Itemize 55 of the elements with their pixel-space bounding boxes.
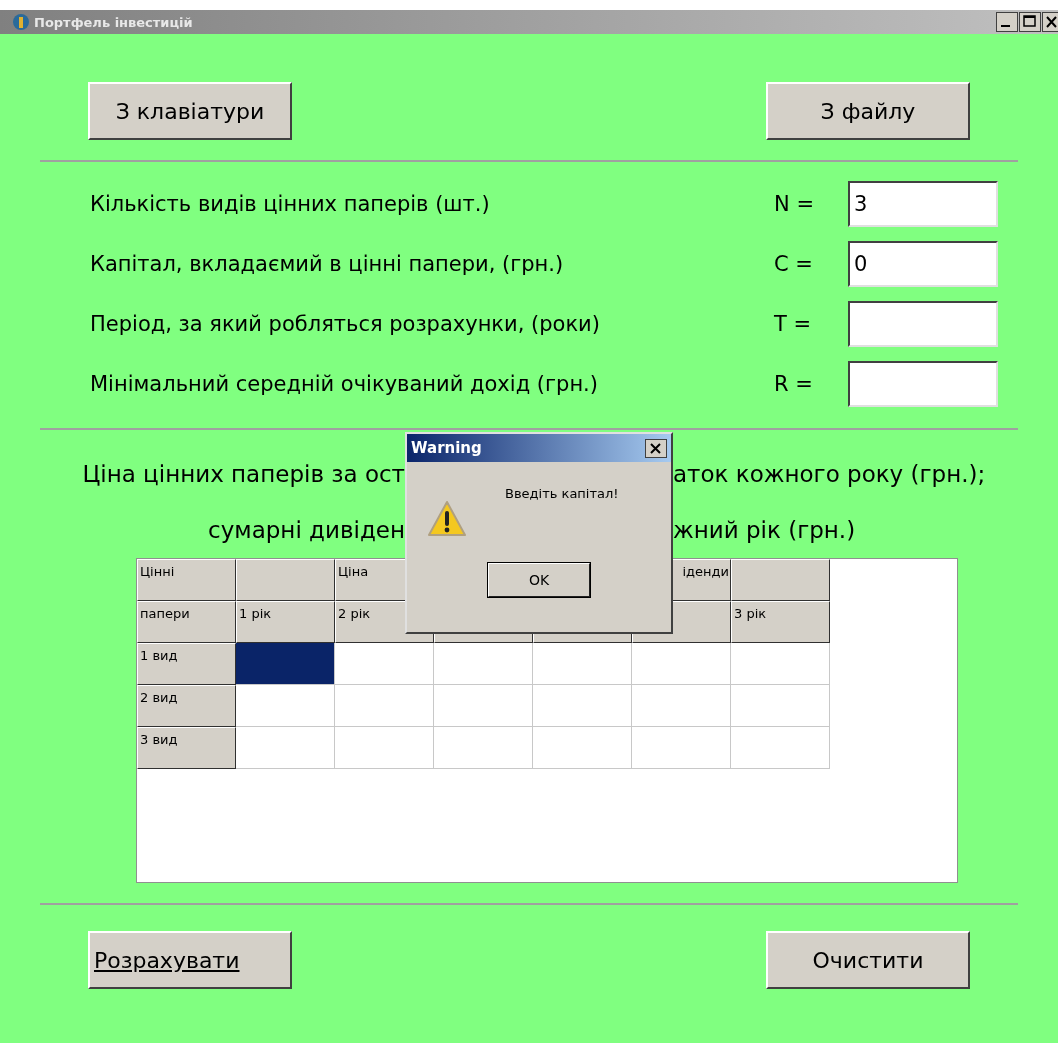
source-button[interactable]: З клавіатури (88, 82, 292, 140)
row-header-cell: 3 вид (137, 727, 236, 769)
row-header-cell: 1 вид (137, 643, 236, 685)
table-cell[interactable] (731, 727, 830, 769)
row-header-cell: 2 вид (137, 685, 236, 727)
table-cell[interactable] (335, 643, 434, 685)
field-label: Період, за який робляться розрахунки, (роки) (90, 312, 601, 336)
header-cell: 1 рік (236, 601, 335, 643)
field-symbol: R = (774, 372, 814, 396)
warning-icon (427, 500, 467, 538)
source-button[interactable]: З файлу (766, 82, 970, 140)
table-cell[interactable] (335, 727, 434, 769)
input-field[interactable]: 0 (848, 241, 998, 287)
close-icon[interactable] (1042, 12, 1058, 32)
maximize-icon[interactable] (1019, 12, 1041, 32)
header-cell: папери (137, 601, 236, 643)
table-cell[interactable] (236, 643, 335, 685)
table-cell[interactable] (335, 685, 434, 727)
window-title: Портфель інвестицій (34, 14, 193, 30)
table-cell[interactable] (533, 643, 632, 685)
table-cell[interactable] (632, 727, 731, 769)
action-button[interactable]: Очистити (766, 931, 970, 989)
dialog-message: Введіть капітал! (505, 486, 619, 501)
action-button[interactable]: Розрахувати (88, 931, 292, 989)
table-cell[interactable] (533, 727, 632, 769)
table-cell[interactable] (632, 685, 731, 727)
input-field[interactable] (848, 301, 998, 347)
table-cell[interactable] (434, 685, 533, 727)
heading-text: аток кожного року (грн.); (673, 461, 986, 487)
field-label: Кількість видів цінних паперів (шт.) (90, 192, 491, 216)
header-cell: 3 рік (731, 601, 830, 643)
header-cell: Цінні (137, 559, 236, 601)
table-cell[interactable] (533, 685, 632, 727)
table-cell[interactable] (632, 643, 731, 685)
field-label: Мінімальний середній очікуваний дохід (грн.) (90, 372, 599, 396)
ok-button[interactable]: OK (487, 562, 591, 598)
heading-text: жний рік (грн.) (673, 517, 856, 543)
close-icon[interactable] (645, 438, 667, 458)
table-cell[interactable] (236, 727, 335, 769)
field-symbol: N = (774, 192, 815, 216)
table-cell[interactable] (731, 685, 830, 727)
heading-text: Ціна цінних паперів за ост (81, 461, 405, 487)
field-symbol: C = (774, 252, 814, 276)
input-field[interactable]: 3 (848, 181, 998, 227)
field-label: Капітал, вкладаємий в цінні папери, (грн.) (90, 252, 565, 276)
input-field[interactable] (848, 361, 998, 407)
app-icon (12, 13, 30, 31)
table-cell[interactable] (434, 727, 533, 769)
table-cell[interactable] (434, 643, 533, 685)
table-cell[interactable] (731, 643, 830, 685)
table-cell[interactable] (236, 685, 335, 727)
dialog-title: Warning (411, 439, 482, 457)
heading-text: сумарні дивіден (207, 517, 405, 543)
field-symbol: T = (774, 312, 813, 336)
minimize-icon[interactable] (996, 12, 1018, 32)
